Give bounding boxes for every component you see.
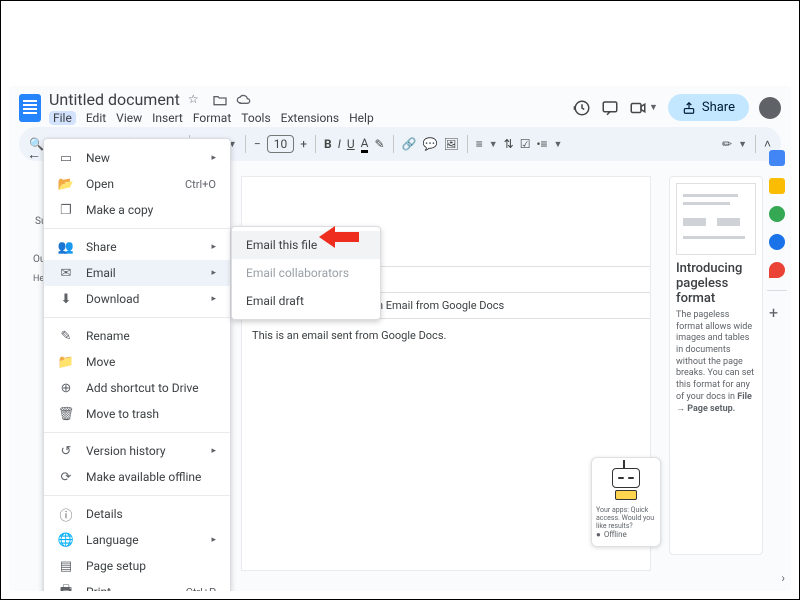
copy-icon: ❐ [58, 202, 74, 218]
share-icon: 👥 [58, 239, 74, 255]
menu-item-new[interactable]: ▭New▸ [44, 145, 230, 171]
contacts-app-icon[interactable] [769, 234, 785, 250]
folder-open-icon: 📂 [58, 176, 74, 192]
menu-item-move[interactable]: 📁Move [44, 349, 230, 375]
menu-item-offline[interactable]: ⟳Make available offline [44, 464, 230, 490]
trash-icon: 🗑 [58, 406, 74, 422]
move-folder-icon[interactable] [212, 92, 228, 108]
comments-icon[interactable] [601, 99, 619, 117]
cloud-status-icon[interactable] [236, 92, 252, 108]
print-icon: 🖶 [58, 584, 74, 591]
link-icon[interactable]: 🔗 [402, 137, 417, 151]
comment-add-icon[interactable]: 💬 [423, 137, 438, 151]
language-icon: 🌐 [58, 532, 74, 548]
menu-help[interactable]: Help [349, 111, 374, 125]
menu-extensions[interactable]: Extensions [281, 111, 339, 125]
menu-item-email[interactable]: ✉Email▸ [44, 260, 230, 286]
drive-shortcut-icon: ⊕ [58, 380, 74, 396]
align-icon[interactable]: ≡ [476, 137, 483, 151]
submenu-email-draft[interactable]: Email draft [232, 287, 380, 315]
maps-app-icon[interactable] [769, 262, 785, 278]
star-icon[interactable]: ☆ [188, 92, 204, 108]
highlight-button[interactable]: ✎ [374, 137, 384, 151]
menu-item-rename[interactable]: ✎Rename [44, 323, 230, 349]
line-spacing-icon[interactable]: ⇅ [504, 137, 514, 151]
document-title[interactable]: Untitled document [49, 90, 180, 109]
menu-bar: File Edit View Insert Format Tools Exten… [49, 109, 374, 125]
font-size-input[interactable]: 10 [267, 135, 295, 153]
email-icon: ✉ [58, 265, 74, 281]
account-avatar[interactable] [759, 97, 781, 119]
font-size-dec[interactable]: − [254, 137, 261, 151]
menu-item-page-setup[interactable]: ▤Page setup [44, 553, 230, 579]
rename-icon: ✎ [58, 328, 74, 344]
assistant-hint: Your apps: Quick access. Would you like … [596, 506, 656, 530]
menu-tools[interactable]: Tools [241, 111, 270, 125]
promo-title: Introducing pageless format [676, 261, 756, 306]
menu-item-share[interactable]: 👥Share▸ [44, 234, 230, 260]
keep-app-icon[interactable] [769, 178, 785, 194]
promo-thumb [676, 183, 756, 255]
outline-back-icon[interactable]: ← [27, 146, 41, 163]
menu-item-language[interactable]: 🌐Language▸ [44, 527, 230, 553]
promo-body: The pageless format allows wide images a… [676, 310, 756, 415]
offline-icon: ⟳ [58, 469, 74, 485]
offline-label: Offline [604, 530, 627, 539]
menu-edit[interactable]: Edit [86, 111, 106, 125]
italic-button[interactable]: I [338, 137, 341, 151]
history-icon: ↺ [58, 443, 74, 459]
meet-icon[interactable]: ▼ [629, 99, 658, 117]
image-insert-icon[interactable]: 🖼 [443, 137, 458, 151]
expand-panel-icon[interactable]: › [781, 571, 785, 585]
info-icon: ⓘ [58, 506, 74, 522]
checklist-icon[interactable]: ☑ [520, 137, 531, 151]
history-icon[interactable] [573, 99, 591, 117]
page-setup-icon: ▤ [58, 558, 74, 574]
annotation-arrow-icon [319, 226, 359, 246]
bold-button[interactable]: B [324, 137, 332, 151]
assistant-card[interactable]: Your apps: Quick access. Would you like … [591, 457, 661, 547]
docs-logo-icon[interactable] [19, 94, 41, 122]
menu-item-print[interactable]: 🖶PrintCtrl+P [44, 579, 230, 591]
menu-item-open[interactable]: 📂OpenCtrl+O [44, 171, 230, 197]
add-apps-icon[interactable]: + [769, 303, 785, 319]
text-color-button[interactable]: A [361, 136, 369, 153]
menu-format[interactable]: Format [193, 111, 231, 125]
underline-button[interactable]: U [347, 137, 355, 151]
menu-insert[interactable]: Insert [152, 111, 183, 125]
menu-item-version-history[interactable]: ↺Version history▸ [44, 438, 230, 464]
pageless-promo-panel: Introducing pageless format The pageless… [669, 176, 763, 555]
new-doc-icon: ▭ [58, 150, 74, 166]
apps-rail: + [767, 150, 787, 319]
menu-item-download[interactable]: ⬇Download▸ [44, 286, 230, 312]
font-size-inc[interactable]: + [300, 137, 307, 151]
file-menu-dropdown: ▭New▸ 📂OpenCtrl+O ❐Make a copy 👥Share▸ ✉… [43, 138, 231, 591]
menu-item-move-trash[interactable]: 🗑Move to trash [44, 401, 230, 427]
share-button[interactable]: Share [668, 94, 749, 121]
move-icon: 📁 [58, 354, 74, 370]
menu-item-details[interactable]: ⓘDetails [44, 501, 230, 527]
offline-dot-icon: ● [596, 530, 601, 539]
bulleted-list-icon[interactable]: •≡ [536, 137, 547, 151]
robot-icon [609, 468, 643, 502]
share-label: Share [702, 100, 735, 115]
menu-item-make-copy[interactable]: ❐Make a copy [44, 197, 230, 223]
menu-file[interactable]: File [49, 111, 76, 125]
editing-mode-icon[interactable]: ✏ [722, 137, 732, 151]
email-body-text[interactable]: This is an email sent from Google Docs. [242, 319, 650, 352]
submenu-email-collaborators: Email collaborators [232, 259, 380, 287]
hide-panel-icon[interactable]: ˄ [764, 137, 771, 151]
download-icon: ⬇ [58, 291, 74, 307]
menu-item-add-shortcut[interactable]: ⊕Add shortcut to Drive [44, 375, 230, 401]
calendar-app-icon[interactable] [769, 150, 785, 166]
tasks-app-icon[interactable] [769, 206, 785, 222]
menu-view[interactable]: View [116, 111, 142, 125]
